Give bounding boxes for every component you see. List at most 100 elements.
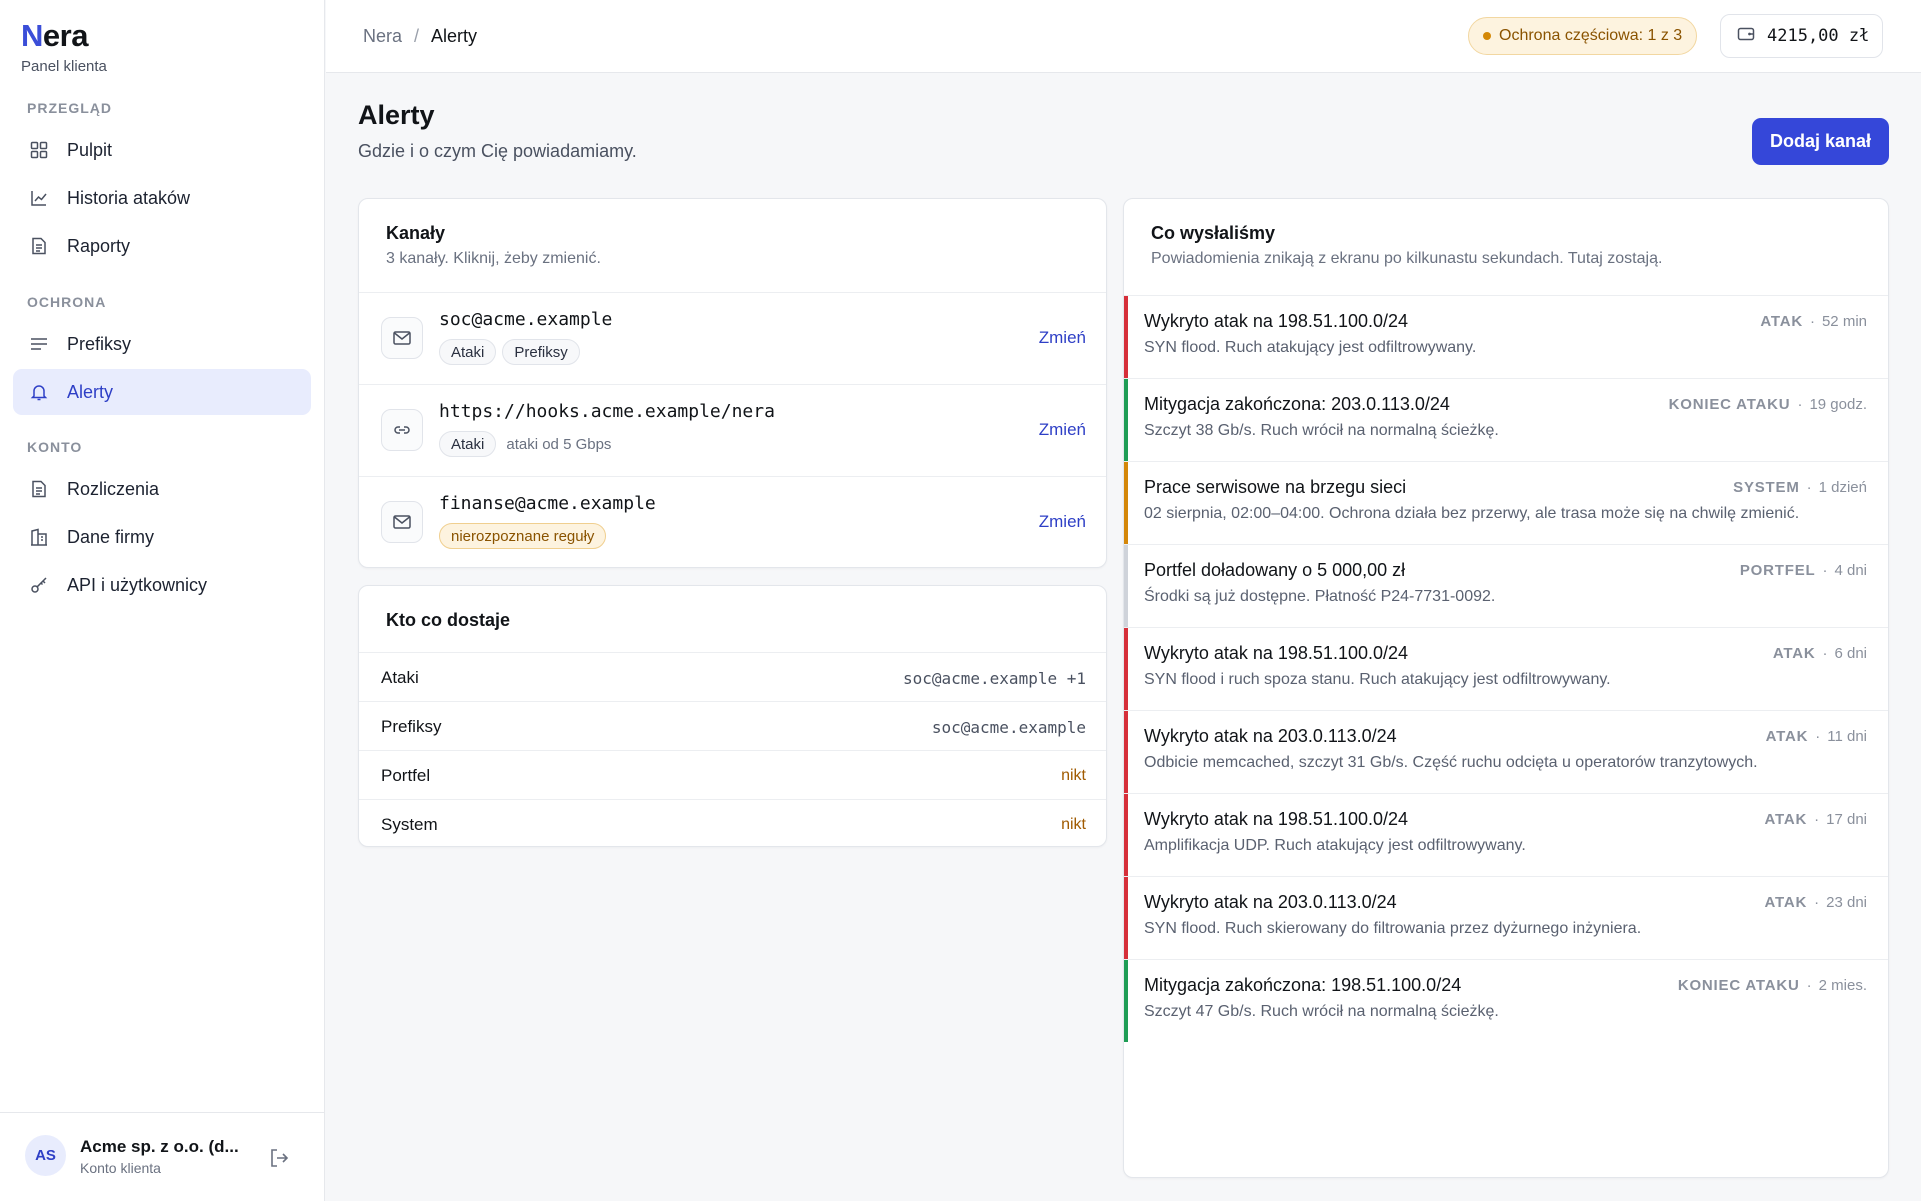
meta-separator: · (1809, 313, 1815, 330)
meta-separator: · (1822, 645, 1828, 662)
sidebar-item-alerts[interactable]: Alerty (13, 369, 311, 415)
tag-unrecognized-rules: nierozpoznane reguły (439, 523, 607, 549)
channels-subtitle: 3 kanały. Kliknij, żeby zmienić. (386, 250, 601, 267)
sidebar-item-label: Rozliczenia (67, 478, 160, 499)
sidebar-item-company-data[interactable]: Dane firmy (13, 514, 311, 560)
meta-separator: · (1797, 396, 1803, 413)
meta-separator: · (1814, 811, 1820, 828)
list-item[interactable]: Wykryto atak na 198.51.100.0/24 SYN flood… (1124, 627, 1888, 710)
logout-icon[interactable] (268, 1147, 290, 1169)
mail-icon (381, 501, 423, 543)
channel-threshold-note: ataki od 5 Gbps (506, 435, 612, 453)
table-row: Portfel nikt (359, 750, 1106, 799)
list-item[interactable]: Wykryto atak na 203.0.113.0/24 Odbicie me… (1124, 710, 1888, 793)
channel-address: finanse@acme.example (439, 493, 656, 514)
notification-time: 52 min (1821, 313, 1867, 330)
sidebar-item-reports[interactable]: Raporty (13, 223, 311, 269)
sidebar-item-label: Historia ataków (67, 187, 191, 208)
tag-attacks: Ataki (439, 431, 497, 457)
distribution-label: Ataki (381, 668, 419, 687)
notification-kind: ATAK (1764, 811, 1808, 828)
channel-row[interactable]: finanse@acme.example nierozpoznane reguł… (359, 476, 1106, 567)
sidebar: Nera Panel klienta PRZEGLĄD Pulpit Histo… (0, 0, 325, 1201)
channel-address: https://hooks.acme.example/nera (439, 401, 775, 422)
notification-time: 2 mies. (1818, 977, 1867, 994)
notification-time: 19 godz. (1809, 396, 1867, 413)
document-icon (29, 479, 49, 499)
logo[interactable]: Nera (21, 18, 88, 54)
sidebar-item-label: Raporty (67, 235, 131, 256)
change-channel-link[interactable]: Zmień (1039, 328, 1086, 348)
wallet-balance-button[interactable]: 4215,00 zł (1720, 14, 1883, 58)
notification-kind: SYSTEM (1733, 479, 1800, 496)
severity-bar (1124, 462, 1128, 544)
breadcrumb: Nera / Alerty (363, 26, 477, 47)
breadcrumb-home[interactable]: Nera (363, 26, 402, 47)
change-channel-link[interactable]: Zmień (1039, 512, 1086, 532)
feed-subtitle: Powiadomienia znikają z ekranu po kilkun… (1151, 250, 1663, 267)
distribution-value: soc@acme.example +1 (902, 669, 1086, 688)
change-channel-link[interactable]: Zmień (1039, 420, 1086, 440)
channel-row[interactable]: https://hooks.acme.example/nera Ataki at… (359, 384, 1106, 476)
page-subtitle: Gdzie i o czym Cię powiadamiamy. (358, 141, 637, 161)
notification-time: 11 dni (1827, 728, 1867, 745)
logo-text: era (42, 18, 89, 53)
sidebar-item-attack-history[interactable]: Historia ataków (13, 175, 311, 221)
wallet-icon (1737, 26, 1755, 47)
nav-section-overview: PRZEGLĄD (27, 100, 112, 116)
list-item[interactable]: Portfel doładowany o 5 000,00 zł Środki s… (1124, 544, 1888, 627)
sidebar-item-dashboard[interactable]: Pulpit (13, 127, 311, 173)
key-icon (29, 575, 49, 595)
sidebar-item-billing[interactable]: Rozliczenia (13, 466, 311, 512)
chart-line-icon (29, 188, 49, 208)
notification-time: 23 dni (1826, 894, 1867, 911)
notification-kind: KONIEC ATAKU (1677, 977, 1800, 994)
notification-description: 02 sierpnia, 02:00–04:00. Ochrona działa… (1144, 505, 1800, 522)
logo-mark: N (21, 18, 43, 53)
notification-description: SYN flood. Ruch skierowany do filtrowani… (1144, 920, 1642, 937)
notification-description: Środki są już dostępne. Płatność P24-773… (1144, 588, 1496, 605)
notification-time: 6 dni (1834, 645, 1867, 662)
notification-title: Wykryto atak na 203.0.113.0/24 (1144, 892, 1397, 912)
notification-meta: ATAK · 52 min (1760, 313, 1867, 330)
notification-meta: ATAK · 23 dni (1764, 894, 1867, 911)
nav-section-protection: OCHRONA (27, 294, 107, 310)
notification-kind: KONIEC ATAKU (1668, 396, 1791, 413)
list-item[interactable]: Mitygacja zakończona: 203.0.113.0/24 Szcz… (1124, 378, 1888, 461)
breadcrumb-current: Alerty (431, 26, 478, 46)
list-item[interactable]: Wykryto atak na 203.0.113.0/24 SYN flood.… (1124, 876, 1888, 959)
distribution-value: soc@acme.example (931, 718, 1086, 737)
notification-description: SYN flood i ruch spoza stanu. Ruch ataku… (1144, 671, 1611, 688)
severity-bar (1124, 545, 1128, 627)
topbar: Nera / Alerty Ochrona częściowa: 1 z 3 4… (326, 0, 1921, 73)
severity-bar (1124, 711, 1128, 793)
notification-description: SYN flood. Ruch atakujący jest odfiltrow… (1144, 339, 1477, 356)
sidebar-item-label: Pulpit (67, 139, 113, 160)
list-item[interactable]: Mitygacja zakończona: 198.51.100.0/24 Szc… (1124, 959, 1888, 1042)
avatar[interactable]: AS (25, 1135, 66, 1176)
tag-attacks: Ataki (439, 339, 497, 365)
distribution-value: nikt (1061, 816, 1086, 833)
severity-bar (1124, 379, 1128, 461)
list-item[interactable]: Wykryto atak na 198.51.100.0/24 Amplifika… (1124, 793, 1888, 876)
sidebar-item-label: Dane firmy (67, 526, 155, 547)
list-item[interactable]: Prace serwisowe na brzegu sieci 02 sierpn… (1124, 461, 1888, 544)
protection-status-badge[interactable]: Ochrona częściowa: 1 z 3 (1468, 17, 1698, 55)
add-channel-button[interactable]: Dodaj kanał (1752, 118, 1889, 165)
notification-title: Prace serwisowe na brzegu sieci (1144, 477, 1407, 497)
notification-kind: ATAK (1772, 645, 1816, 662)
sidebar-item-label: Prefiksy (67, 333, 132, 354)
notification-kind: ATAK (1760, 313, 1803, 330)
list-item[interactable]: Wykryto atak na 198.51.100.0/24 SYN flood… (1124, 295, 1888, 378)
channel-address: soc@acme.example (439, 309, 613, 330)
severity-bar (1124, 794, 1128, 876)
severity-bar (1124, 628, 1128, 710)
notification-description: Szczyt 38 Gb/s. Ruch wrócił na normalną … (1144, 422, 1499, 439)
sidebar-item-prefixes[interactable]: Prefiksy (13, 321, 311, 367)
sidebar-item-label: API i użytkownicy (67, 574, 208, 595)
notification-description: Szczyt 47 Gb/s. Ruch wrócił na normalną … (1144, 1003, 1499, 1020)
distribution-title: Kto co dostaje (386, 610, 511, 630)
sidebar-item-api-users[interactable]: API i użytkownicy (13, 562, 311, 608)
channel-row[interactable]: soc@acme.example Ataki Prefiksy Zmień (359, 292, 1106, 384)
status-dot-icon (1483, 32, 1491, 40)
